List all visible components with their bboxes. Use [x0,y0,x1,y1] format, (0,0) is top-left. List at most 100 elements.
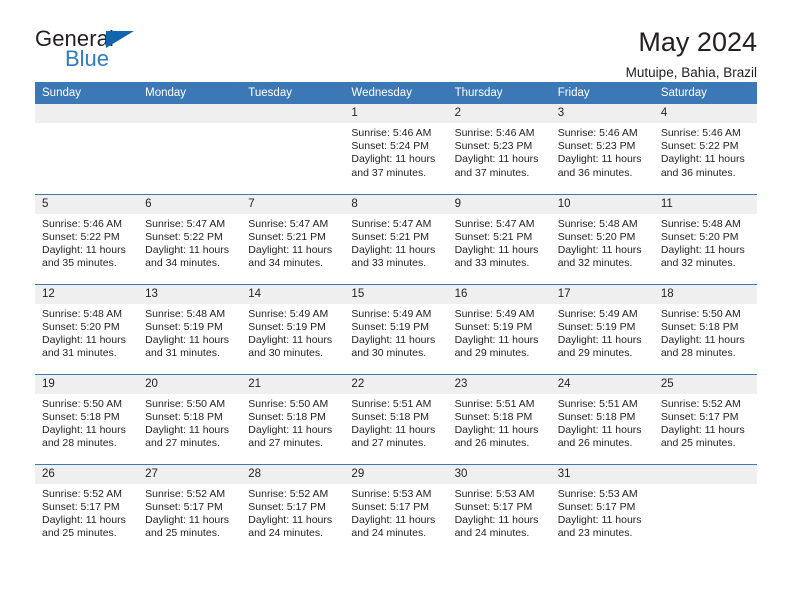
daylight-text-line2: and 24 minutes. [248,527,323,540]
calendar-table: Sunday Monday Tuesday Wednesday Thursday… [35,82,757,554]
calendar-day-cell[interactable]: 16 Sunrise: 5:49 AM Sunset: 5:19 PM Dayligh… [447,283,551,374]
calendar-day-cell[interactable]: 3 Sunrise: 5:46 AM Sunset: 5:23 PM Daylight… [550,104,654,194]
daylight-text-line2: and 25 minutes. [145,527,220,540]
calendar-day-cell[interactable]: 21 Sunrise: 5:50 AM Sunset: 5:18 PM Dayligh… [241,373,345,464]
sunset-text: Sunset: 5:18 PM [248,410,326,423]
sunset-text: Sunset: 5:19 PM [454,320,533,333]
calendar-day-cell[interactable]: 28 Sunrise: 5:52 AM Sunset: 5:17 PM Dayligh… [241,463,345,554]
daylight-text-line2: and 29 minutes. [557,347,633,360]
calendar-day-cell[interactable]: 26 Sunrise: 5:52 AM Sunset: 5:17 PM Dayligh… [35,463,139,554]
calendar-day-cell[interactable]: 27 Sunrise: 5:52 AM Sunset: 5:17 PM Dayligh… [138,463,242,554]
sunset-text: Sunset: 5:24 PM [351,140,430,153]
day-details: Sunrise: 5:50 AM Sunset: 5:18 PM Daylight:… [138,394,241,451]
day-number: 7 [241,194,345,214]
calendar-day-cell[interactable]: 25 Sunrise: 5:52 AM Sunset: 5:17 PM Dayligh… [653,373,757,464]
calendar-day-cell[interactable]: 4 Sunrise: 5:46 AM Sunset: 5:22 PM Daylight… [653,104,757,194]
day-number: 3 [550,104,654,123]
daylight-text-line2: and 30 minutes. [248,347,323,360]
day-details: Sunrise: 5:52 AM Sunset: 5:17 PM Daylight:… [654,394,757,451]
sunset-text: Sunset: 5:18 PM [454,410,533,423]
calendar-day-cell[interactable]: 10 Sunrise: 5:48 AM Sunset: 5:20 PM Dayligh… [550,193,654,284]
calendar-week-row: 19 Sunrise: 5:50 AM Sunset: 5:18 PM Dayligh… [35,373,757,464]
calendar-day-cell[interactable]: 11 Sunrise: 5:48 AM Sunset: 5:20 PM Dayligh… [653,193,757,284]
calendar-day-cell-empty [35,104,139,194]
daylight-text-line1: Daylight: 11 hours [454,513,539,526]
day-details: Sunrise: 5:46 AM Sunset: 5:23 PM Daylight:… [448,123,551,180]
calendar-day-cell[interactable]: 13 Sunrise: 5:48 AM Sunset: 5:19 PM Dayligh… [138,283,242,374]
day-number: 29 [344,464,448,484]
daylight-text-line2: and 31 minutes. [145,347,220,360]
calendar-day-cell[interactable]: 2 Sunrise: 5:46 AM Sunset: 5:23 PM Daylight… [447,104,551,194]
day-number: 19 [35,374,139,394]
calendar-day-cell[interactable]: 12 Sunrise: 5:48 AM Sunset: 5:20 PM Dayligh… [35,283,139,374]
calendar-day-cell[interactable]: 19 Sunrise: 5:50 AM Sunset: 5:18 PM Dayligh… [35,373,139,464]
daylight-text-line1: Daylight: 11 hours [42,513,126,526]
calendar-day-cell-empty [653,463,757,554]
sunset-text: Sunset: 5:17 PM [248,500,326,513]
daylight-text-line1: Daylight: 11 hours [454,333,539,346]
calendar-day-cell[interactable]: 31 Sunrise: 5:53 AM Sunset: 5:17 PM Dayligh… [550,463,654,554]
daylight-text-line2: and 37 minutes. [454,166,530,179]
day-number: 18 [653,284,757,304]
calendar-day-cell[interactable]: 7 Sunrise: 5:47 AM Sunset: 5:21 PM Daylight… [241,193,345,284]
daylight-text-line1: Daylight: 11 hours [145,423,229,436]
calendar-day-cell[interactable]: 23 Sunrise: 5:51 AM Sunset: 5:18 PM Dayligh… [447,373,551,464]
daylight-text-line2: and 26 minutes. [557,437,633,450]
sunset-text: Sunset: 5:17 PM [454,500,533,513]
day-details: Sunrise: 5:48 AM Sunset: 5:20 PM Daylight:… [551,214,654,271]
calendar-day-cell[interactable]: 9 Sunrise: 5:47 AM Sunset: 5:21 PM Daylight… [447,193,551,284]
daylight-text-line2: and 28 minutes. [660,347,736,360]
calendar-day-cell[interactable]: 5 Sunrise: 5:46 AM Sunset: 5:22 PM Daylight… [35,193,139,284]
sunset-text: Sunset: 5:23 PM [454,140,533,153]
day-number: 15 [344,284,448,304]
sunrise-text: Sunrise: 5:51 AM [454,397,535,410]
calendar-day-cell[interactable]: 18 Sunrise: 5:50 AM Sunset: 5:18 PM Dayligh… [653,283,757,374]
calendar-day-cell[interactable]: 15 Sunrise: 5:49 AM Sunset: 5:19 PM Dayligh… [344,283,448,374]
day-details: Sunrise: 5:49 AM Sunset: 5:19 PM Daylight:… [344,304,447,361]
sunset-text: Sunset: 5:21 PM [351,230,430,243]
calendar-day-cell[interactable]: 22 Sunrise: 5:51 AM Sunset: 5:18 PM Dayligh… [344,373,448,464]
day-number: 8 [344,194,448,214]
calendar-day-cell[interactable]: 30 Sunrise: 5:53 AM Sunset: 5:17 PM Dayligh… [447,463,551,554]
calendar-day-cell[interactable]: 1 Sunrise: 5:46 AM Sunset: 5:24 PM Daylight… [344,104,448,194]
sunset-text: Sunset: 5:21 PM [454,230,533,243]
day-number: 12 [35,284,139,304]
calendar-day-cell[interactable]: 20 Sunrise: 5:50 AM Sunset: 5:18 PM Dayligh… [138,373,242,464]
day-number [138,104,242,123]
calendar-day-cell[interactable]: 6 Sunrise: 5:47 AM Sunset: 5:22 PM Daylight… [138,193,242,284]
weekday-header-saturday: Saturday [653,82,757,104]
day-number: 4 [653,104,757,123]
daylight-text-line2: and 27 minutes. [351,437,427,450]
daylight-text-line2: and 33 minutes. [454,257,530,270]
weekday-header-wednesday: Wednesday [344,82,448,104]
sunrise-text: Sunrise: 5:50 AM [248,397,329,410]
daylight-text-line2: and 29 minutes. [454,347,530,360]
daylight-text-line1: Daylight: 11 hours [248,243,333,256]
sunrise-text: Sunrise: 5:47 AM [248,217,329,230]
sunset-text: Sunset: 5:18 PM [660,320,739,333]
daylight-text-line1: Daylight: 11 hours [660,423,745,436]
daylight-text-line2: and 33 minutes. [351,257,427,270]
sunrise-text: Sunrise: 5:49 AM [351,307,432,320]
day-number: 25 [653,374,757,394]
calendar-day-cell[interactable]: 14 Sunrise: 5:49 AM Sunset: 5:19 PM Dayligh… [241,283,345,374]
daylight-text-line1: Daylight: 11 hours [557,243,642,256]
calendar-day-cell[interactable]: 17 Sunrise: 5:49 AM Sunset: 5:19 PM Dayligh… [550,283,654,374]
calendar-day-cell[interactable]: 24 Sunrise: 5:51 AM Sunset: 5:18 PM Dayligh… [550,373,654,464]
sunrise-text: Sunrise: 5:48 AM [660,217,741,230]
daylight-text-line2: and 26 minutes. [454,437,530,450]
sunrise-text: Sunrise: 5:53 AM [454,487,535,500]
day-number: 13 [138,284,242,304]
daylight-text-line2: and 32 minutes. [660,257,736,270]
calendar-day-cell[interactable]: 29 Sunrise: 5:53 AM Sunset: 5:17 PM Dayligh… [344,463,448,554]
sunrise-text: Sunrise: 5:46 AM [557,127,638,139]
sunset-text: Sunset: 5:20 PM [660,230,739,243]
calendar-day-cell[interactable]: 8 Sunrise: 5:47 AM Sunset: 5:21 PM Daylight… [344,193,448,284]
day-details: Sunrise: 5:46 AM Sunset: 5:23 PM Daylight:… [551,123,654,180]
day-number [653,464,757,484]
day-details: Sunrise: 5:46 AM Sunset: 5:22 PM Daylight:… [654,123,757,180]
brand-logo[interactable]: General Blue [35,28,145,74]
sunset-text: Sunset: 5:18 PM [557,410,636,423]
sunrise-text: Sunrise: 5:49 AM [557,307,638,320]
day-details: Sunrise: 5:50 AM Sunset: 5:18 PM Daylight:… [654,304,757,361]
